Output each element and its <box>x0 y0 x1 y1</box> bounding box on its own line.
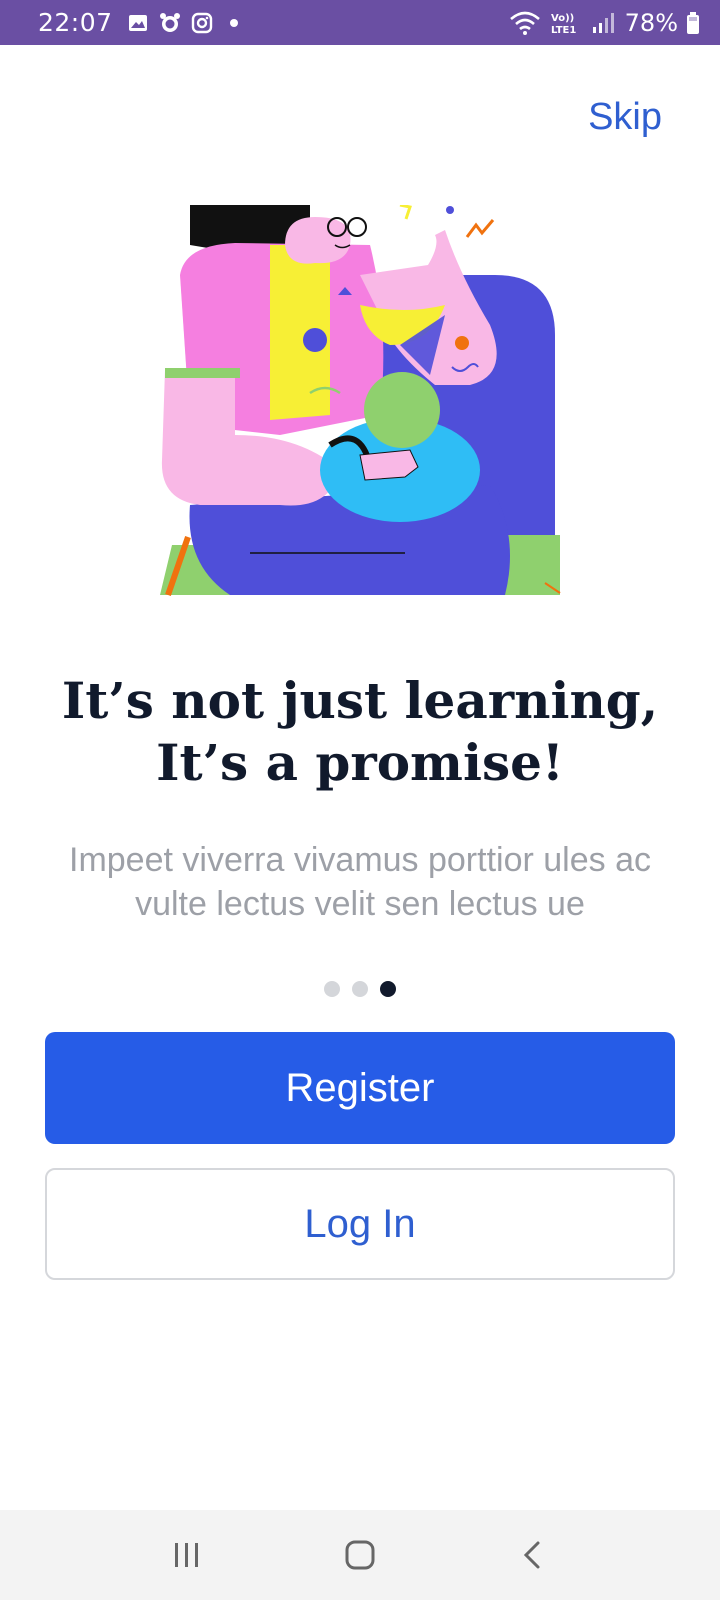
headline-line-2: It’s a promise! <box>156 733 564 792</box>
onboarding-headline: It’s not just learning, It’s a promise! <box>0 670 720 794</box>
skip-button[interactable]: Skip <box>588 96 662 139</box>
page-dot-2 <box>352 981 368 997</box>
status-bar: 22:07 Vo)) LTE1 78% <box>0 0 720 45</box>
status-time: 22:07 <box>38 8 113 37</box>
wifi-icon <box>509 11 540 35</box>
onboarding-subtitle: Impeet viverra vivamus porttior ules ac … <box>69 841 651 923</box>
headline-line-1: It’s not just learning, <box>61 671 659 730</box>
dot-icon <box>229 18 238 27</box>
instagram-icon <box>191 12 212 33</box>
status-right: Vo)) LTE1 78% <box>509 9 700 37</box>
recent-apps-button[interactable] <box>157 1530 217 1580</box>
lte-icon: Vo)) LTE1 <box>551 13 576 36</box>
recent-apps-icon <box>174 1543 198 1567</box>
battery-percentage: 78% <box>624 8 678 37</box>
alarm-icon <box>159 12 180 32</box>
page-dot-1 <box>324 981 340 997</box>
onboarding-illustration <box>160 205 561 596</box>
home-button[interactable] <box>330 1530 390 1580</box>
login-button[interactable]: Log In <box>45 1168 675 1280</box>
page-dot-3-active <box>380 981 396 997</box>
system-nav-bar <box>0 1510 720 1600</box>
battery-icon <box>687 11 699 34</box>
back-icon <box>524 1541 540 1569</box>
home-icon <box>345 1540 375 1570</box>
page-indicator <box>0 981 720 997</box>
back-button[interactable] <box>503 1530 563 1580</box>
gallery-icon <box>128 14 147 31</box>
svg-text:Vo)): Vo)) <box>551 13 574 24</box>
svg-text:LTE1: LTE1 <box>551 25 576 36</box>
signal-icon <box>592 12 614 33</box>
status-left-icons <box>127 12 245 34</box>
register-button[interactable]: Register <box>45 1032 675 1144</box>
